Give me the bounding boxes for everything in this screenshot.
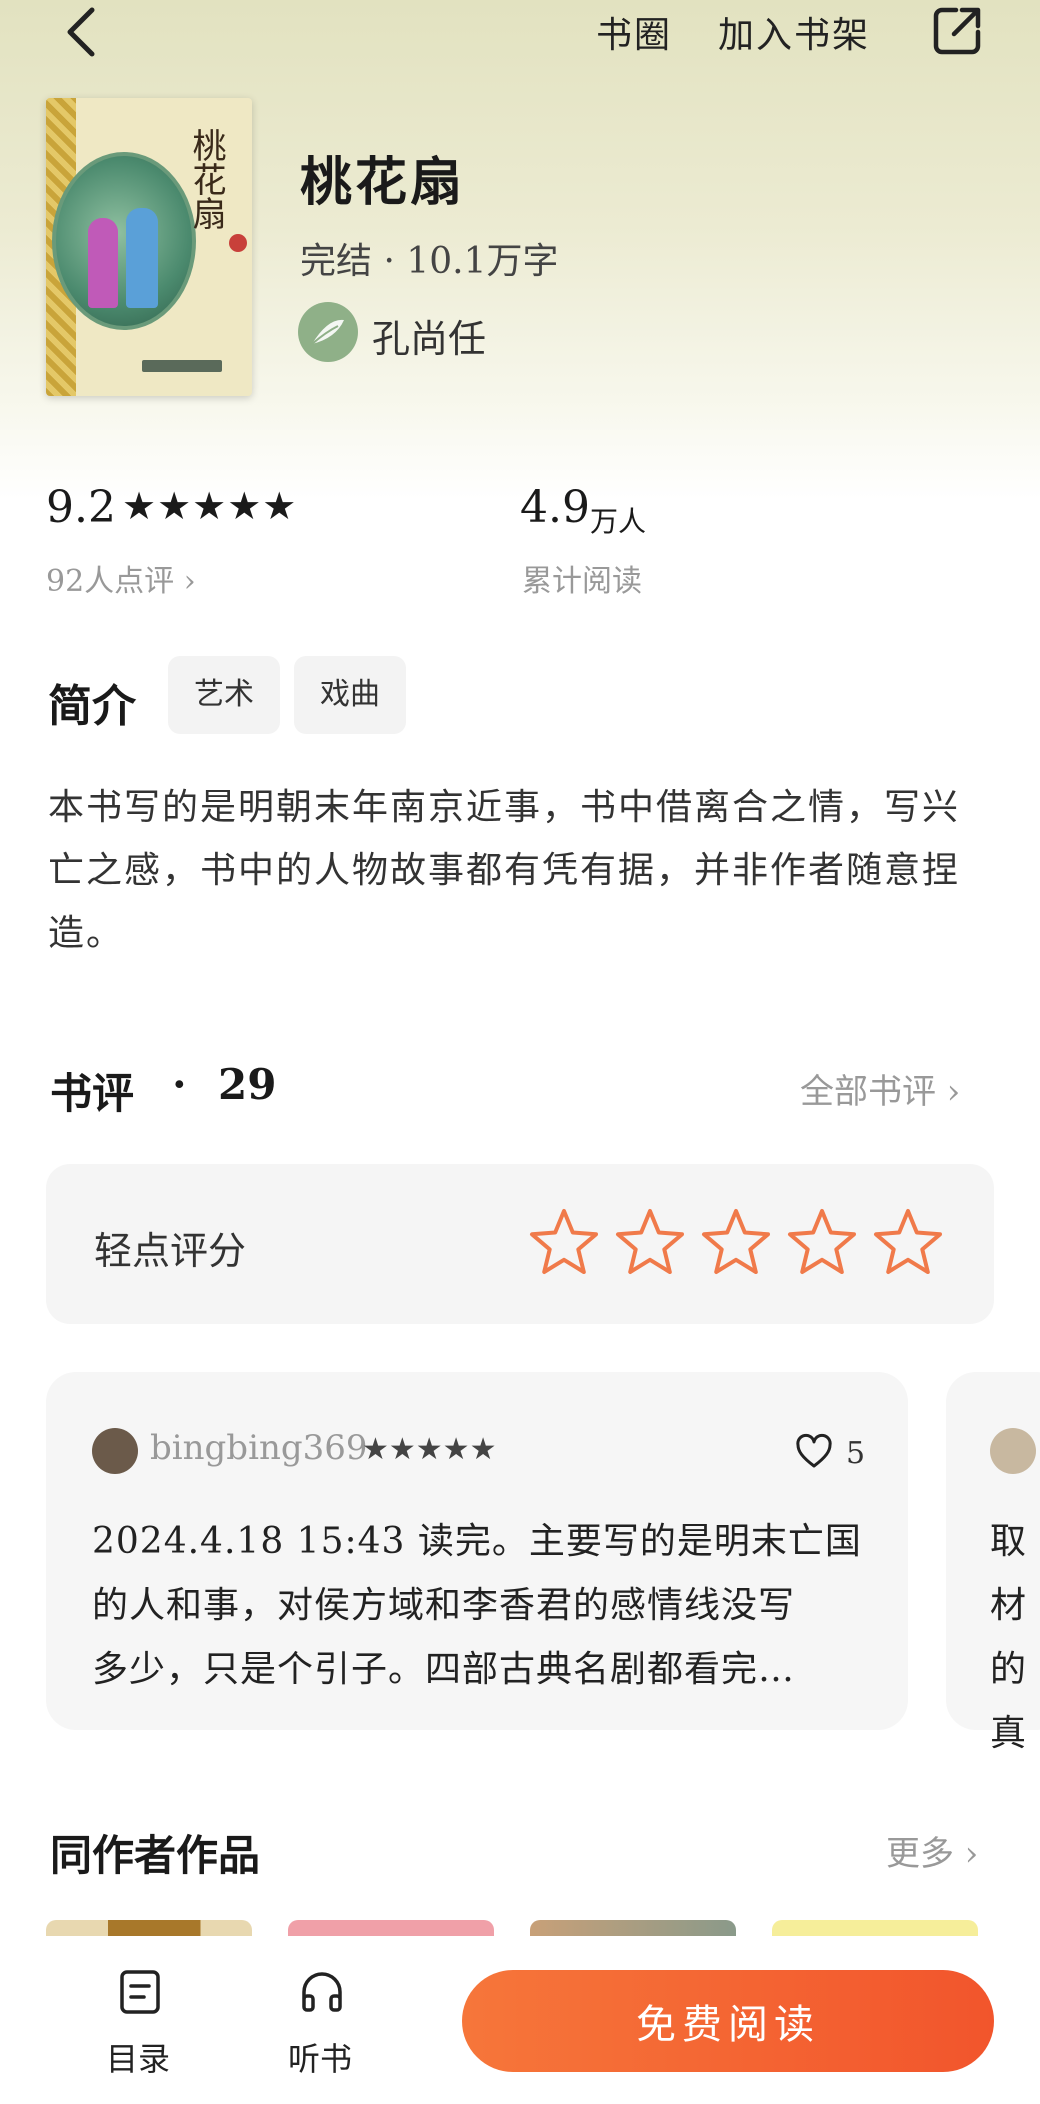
review-like-count: 5 [846, 1436, 866, 1471]
rate-star-icon[interactable] [872, 1206, 944, 1278]
intro-text: 本书写的是明朝末年南京近事，书中借离合之情，写兴亡之感，书中的人物故事都有凭有据… [48, 787, 961, 954]
same-author-heading: 同作者作品 [50, 1831, 261, 1880]
review-stars: ★★★★★ [362, 1432, 497, 1467]
tag-opera[interactable]: 戏曲 [294, 656, 406, 734]
same-author-more-link[interactable]: 更多 › [886, 1826, 978, 1875]
reviewer-avatar[interactable] [990, 1428, 1036, 1474]
add-to-shelf-button[interactable]: 加入书架 [718, 6, 870, 58]
rate-star-icon[interactable] [528, 1206, 600, 1278]
table-of-contents-icon[interactable] [116, 1968, 164, 2016]
rating-stars: ★★★★★ [122, 484, 298, 528]
review-text[interactable]: 2024.4.18 15:43 读完。主要写的是明末亡国 的人和事，对侯方域和李… [92, 1510, 872, 1702]
tap-to-rate-label: 轻点评分 [94, 1229, 247, 1273]
intro-heading: 简介 [48, 681, 136, 732]
reviews-heading: 书评 [50, 1069, 135, 1118]
tag-art[interactable]: 艺术 [168, 656, 280, 734]
heart-icon[interactable] [794, 1432, 834, 1472]
share-icon[interactable] [930, 2, 986, 58]
cover-publisher-mark [142, 360, 222, 372]
reviews-separator: · [172, 1060, 187, 1109]
book-meta: 完结 · 10.1万字 [300, 241, 559, 282]
cover-figure [126, 208, 158, 308]
book-cover[interactable]: 桃花扇 [46, 98, 252, 396]
all-reviews-link[interactable]: 全部书评 › [800, 1064, 960, 1113]
book-circle-button[interactable]: 书圈 [596, 6, 672, 58]
reviewer-name[interactable]: bingbing369 [150, 1428, 368, 1468]
rating-score: 9.2 [46, 482, 116, 533]
headphones-icon[interactable] [298, 1968, 346, 2016]
cover-seal [229, 234, 247, 252]
rate-star-icon[interactable] [614, 1206, 686, 1278]
cover-title: 桃花扇 [186, 128, 226, 230]
read-count: 4.9 [520, 482, 590, 533]
reviewers-link[interactable]: 92人点评 › [46, 556, 196, 600]
rate-star-icon[interactable] [700, 1206, 772, 1278]
author-name[interactable]: 孔尚任 [372, 308, 486, 363]
back-arrow-icon[interactable] [58, 4, 108, 60]
cover-figure [88, 218, 118, 308]
cover-illustration [52, 152, 196, 330]
table-of-contents-label[interactable]: 目录 [106, 2034, 170, 2080]
free-read-button[interactable]: 免费阅读 [462, 1970, 994, 2072]
author-avatar[interactable] [298, 302, 358, 362]
review-text-next[interactable]: 取材 的真 [990, 1510, 1040, 1766]
read-count-unit: 万人 [590, 505, 647, 538]
book-title: 桃花扇 [300, 152, 466, 213]
reviews-count: 29 [218, 1060, 277, 1109]
read-count-label: 累计阅读 [522, 564, 642, 599]
reviewer-avatar[interactable] [92, 1428, 138, 1474]
rate-star-icon[interactable] [786, 1206, 858, 1278]
listen-label[interactable]: 听书 [288, 2034, 352, 2080]
